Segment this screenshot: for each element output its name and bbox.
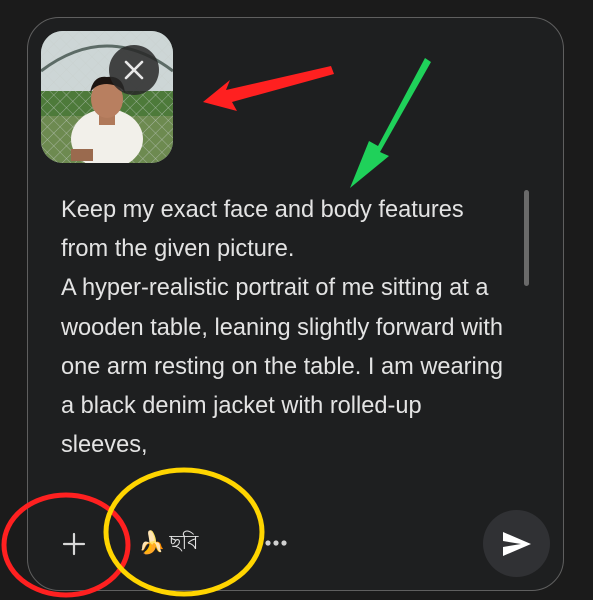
prompt-input[interactable]: Keep my exact face and body features fro… [61, 191, 511, 471]
remove-attachment-button[interactable] [109, 45, 159, 95]
attached-image[interactable] [41, 31, 173, 163]
image-tool-chip[interactable]: 🍌 ছবি [138, 524, 198, 564]
attached-image-photo [41, 31, 173, 163]
plus-icon [62, 532, 86, 556]
send-icon [502, 531, 531, 556]
tool-label: ছবি [169, 529, 199, 554]
more-horizontal-icon [265, 540, 287, 546]
prompt-scrollbar[interactable] [524, 190, 529, 286]
more-options-button[interactable] [263, 530, 289, 556]
close-icon [124, 60, 144, 80]
banana-icon: 🍌 [138, 531, 166, 556]
screen: Keep my exact face and body features fro… [0, 0, 593, 600]
add-button[interactable] [50, 520, 98, 568]
send-button[interactable] [483, 510, 550, 577]
